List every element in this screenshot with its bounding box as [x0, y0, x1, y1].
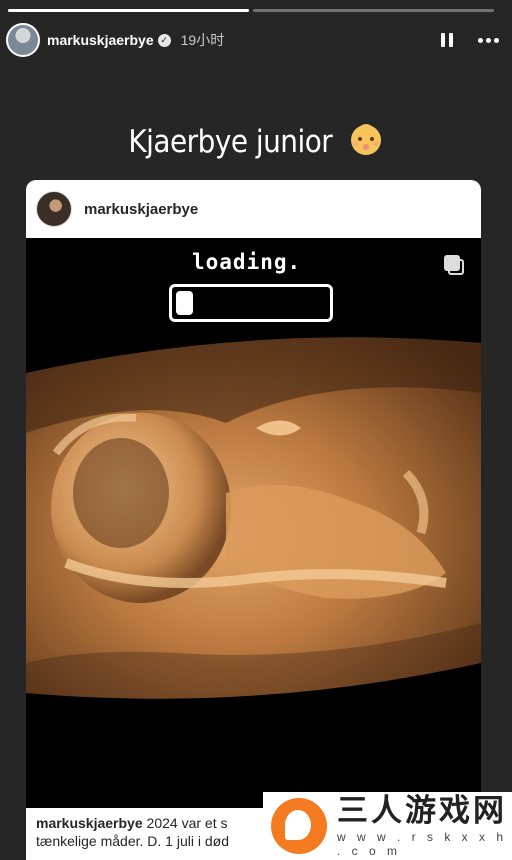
avatar[interactable]: [6, 23, 40, 57]
loading-label: loading.: [192, 250, 302, 274]
shared-post-username: markuskjaerbye: [84, 200, 199, 218]
story-timestamp: 19小时: [180, 32, 225, 48]
caption-text: Kjaerbye junior: [128, 124, 333, 160]
verified-check-icon: ✓: [157, 33, 171, 47]
multiple-posts-icon: [444, 255, 466, 277]
post-media[interactable]: loading.: [26, 238, 481, 808]
shared-post-header: markuskjaerbye: [26, 180, 481, 238]
caption-username: markuskjaerbye: [36, 815, 143, 831]
site-watermark: 三人游戏网 w w w . r s k x x h . c o m: [263, 792, 512, 860]
baby-face-icon: [350, 124, 381, 155]
story-username[interactable]: markuskjaerbye: [47, 32, 154, 48]
watermark-subtitle: w w w . r s k x x h . c o m: [337, 830, 508, 858]
caption-line-1: 2024 var et s: [146, 815, 228, 831]
loading-bar: [169, 284, 333, 322]
site-logo: [271, 798, 327, 854]
more-dots-icon: [477, 37, 483, 43]
story-header: markuskjaerbye ✓ 19小时: [6, 22, 500, 58]
progress-segment-1: [8, 9, 249, 12]
watermark-title: 三人游戏网: [337, 793, 507, 829]
shared-post-avatar: [36, 191, 72, 227]
progress-segment-2: [253, 9, 494, 12]
more-options-button[interactable]: [476, 29, 500, 51]
pause-button[interactable]: [436, 29, 458, 51]
story-caption: Kjaerbye junior: [0, 120, 512, 160]
shared-post-card[interactable]: markuskjaerbye loading. markuskjaerbye 2…: [26, 180, 481, 860]
loading-bar-fill: [176, 291, 193, 315]
ultrasound-image: [26, 337, 481, 699]
story-progress: [8, 9, 494, 12]
pause-icon: [441, 33, 445, 47]
